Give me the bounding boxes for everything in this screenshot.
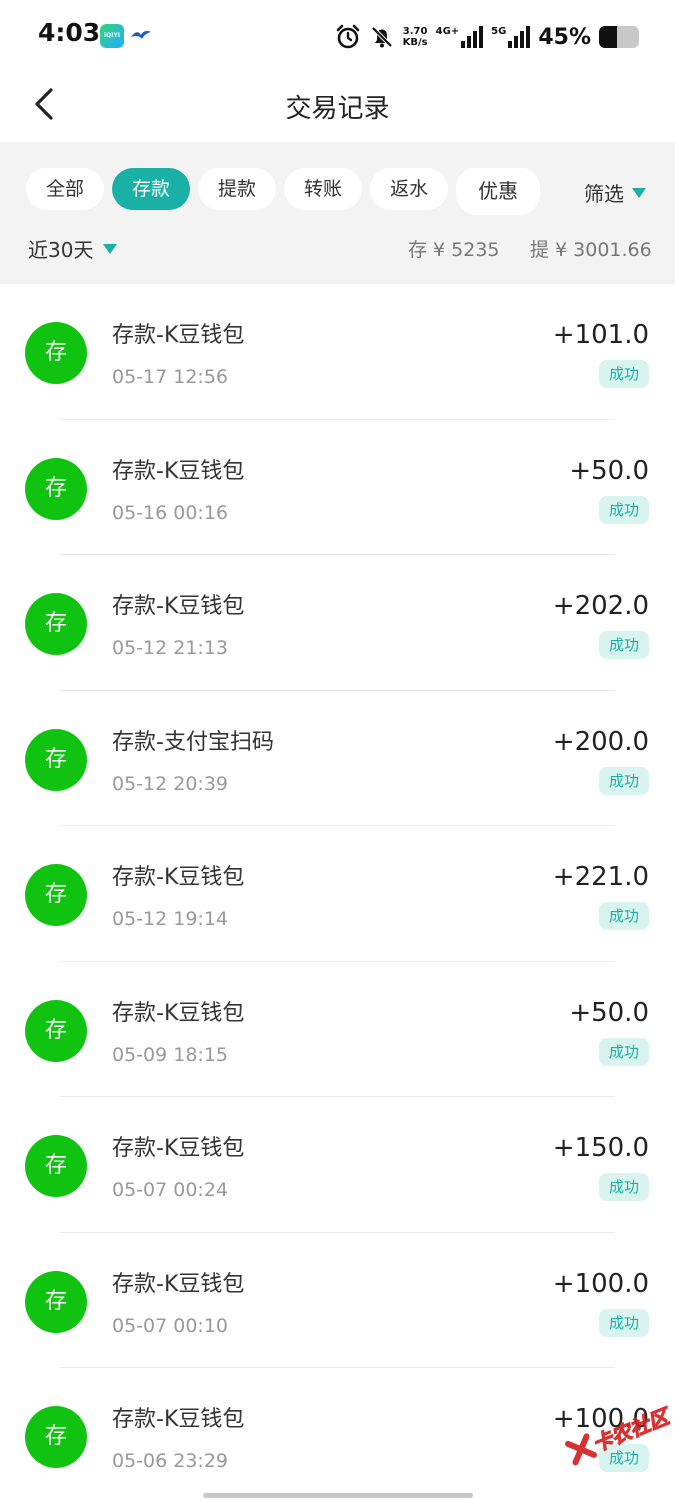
signal-4g-label: 4G+	[435, 26, 460, 37]
home-indicator[interactable]	[203, 1493, 473, 1498]
deposit-icon: 存	[25, 999, 87, 1062]
status-badge: 成功	[598, 495, 649, 524]
filter-button[interactable]: 筛选	[584, 178, 646, 207]
date-range-dropdown[interactable]: 近30天	[28, 234, 118, 263]
signal-5g-label: 5G	[491, 26, 507, 37]
transaction-name: 存款-K豆钱包	[112, 1407, 245, 1432]
transaction-time: 05-06 23:29	[112, 1450, 229, 1472]
transaction-amount: +50.0	[569, 455, 649, 486]
transaction-row[interactable]: 存 存款-K豆钱包 05-07 00:24 +150.0 成功	[0, 1097, 675, 1233]
transaction-time: 05-16 00:16	[112, 501, 229, 524]
chip-rebate[interactable]: 返水	[370, 168, 449, 210]
page-title: 交易记录	[285, 94, 390, 124]
filter-button-label: 筛选	[584, 182, 624, 206]
signal-5g: 5G	[491, 26, 531, 48]
category-chip-bar[interactable]: 全部 存款 提款 转账 返水 优惠	[26, 168, 550, 218]
transaction-name: 存款-K豆钱包	[112, 594, 245, 619]
deposit-icon: 存	[25, 457, 87, 520]
bird-app-icon	[131, 31, 151, 39]
status-bar: 4:03 iQIYI 3.70 KB/s 4G+ 5G 45%	[0, 0, 675, 72]
transaction-amount: +150.0	[552, 1133, 649, 1163]
transaction-row[interactable]: 存 存款-K豆钱包 05-16 00:16 +50.0 成功	[0, 420, 675, 555]
transaction-row[interactable]: 存 存款-K豆钱包 05-12 19:14 +221.0 成功	[0, 826, 675, 962]
battery-percent: 45%	[538, 24, 591, 50]
transaction-amount: +100.0	[552, 1268, 649, 1299]
chip-promotion[interactable]: 优惠	[456, 168, 541, 215]
transaction-row[interactable]: 存 存款-K豆钱包 05-09 18:15 +50.0 成功	[0, 962, 675, 1097]
transaction-time: 05-12 19:14	[112, 908, 229, 930]
transaction-row[interactable]: 存 存款-K豆钱包 05-07 00:10 +100.0 成功	[0, 1233, 675, 1368]
deposit-icon: 存	[25, 322, 87, 384]
caret-down-icon	[103, 243, 118, 254]
deposit-icon: 存	[25, 593, 87, 655]
network-speed-unit: KB/s	[402, 37, 428, 48]
transaction-name: 存款-K豆钱包	[112, 1271, 245, 1297]
status-time: 4:03	[38, 18, 101, 47]
deposit-icon: 存	[25, 864, 87, 926]
transaction-amount: +101.0	[552, 320, 649, 350]
transaction-row[interactable]: 存 存款-K豆钱包 05-17 12:56 +101.0 成功	[0, 284, 675, 420]
status-right-group: 3.70 KB/s 4G+ 5G 45%	[335, 20, 639, 54]
chip-deposit[interactable]: 存款	[112, 168, 191, 210]
transaction-time: 05-17 12:56	[112, 366, 229, 388]
filter-panel: 全部 存款 提款 转账 返水 优惠 筛选 近30天 存 ¥ 5235 提 ¥ 3001.6…	[0, 142, 675, 284]
deposit-icon: 存	[25, 728, 87, 791]
status-badge: 成功	[598, 766, 649, 795]
transaction-amount: +221.0	[552, 862, 649, 892]
transaction-name: 存款-K豆钱包	[112, 323, 245, 348]
bell-muted-icon	[371, 26, 393, 48]
signal-bars-icon	[508, 26, 531, 48]
transaction-time: 05-12 21:13	[112, 637, 229, 659]
transaction-time: 05-09 18:15	[112, 1043, 229, 1066]
signal-4g: 4G+	[436, 26, 484, 48]
status-badge: 成功	[598, 902, 649, 930]
transaction-amount: +50.0	[569, 997, 649, 1028]
transaction-row[interactable]: 存 存款-支付宝扫码 05-12 20:39 +200.0 成功	[0, 691, 675, 826]
deposit-icon: 存	[25, 1135, 87, 1197]
alarm-clock-icon	[336, 24, 359, 49]
transaction-name: 存款-K豆钱包	[112, 458, 245, 484]
app-header: 交易记录	[0, 72, 675, 142]
watermark-text: 卡农社区	[588, 1404, 673, 1457]
status-badge: 成功	[598, 360, 649, 388]
date-range-label: 近30天	[28, 238, 94, 262]
transaction-name: 存款-K豆钱包	[112, 865, 245, 890]
signal-bars-icon	[461, 26, 484, 48]
status-badge: 成功	[598, 1308, 649, 1337]
transaction-amount: +202.0	[552, 591, 649, 621]
chip-all[interactable]: 全部	[26, 168, 105, 210]
transaction-time: 05-07 00:10	[112, 1314, 229, 1337]
battery-icon	[599, 26, 639, 48]
transaction-name: 存款-K豆钱包	[112, 1000, 245, 1026]
transaction-list: 存 存款-K豆钱包 05-17 12:56 +101.0 成功 存 存款-K豆钱…	[0, 284, 675, 1500]
iqiyi-app-icon: iQIYI	[100, 24, 124, 48]
chip-withdraw[interactable]: 提款	[198, 168, 277, 210]
status-badge: 成功	[598, 1173, 649, 1201]
chip-transfer[interactable]: 转账	[284, 168, 363, 210]
transaction-name: 存款-K豆钱包	[112, 1136, 245, 1161]
deposit-icon: 存	[25, 1270, 87, 1333]
transaction-time: 05-12 20:39	[112, 772, 229, 795]
status-badge: 成功	[598, 631, 649, 659]
deposit-total: 存 ¥ 5235	[408, 239, 500, 261]
transaction-amount: +200.0	[552, 726, 649, 757]
deposit-icon: 存	[25, 1406, 87, 1468]
transaction-row[interactable]: 存 存款-K豆钱包 05-12 21:13 +202.0 成功	[0, 555, 675, 691]
status-badge: 成功	[598, 1037, 649, 1066]
network-speed-value: 3.70	[402, 26, 428, 37]
network-speed: 3.70 KB/s	[403, 26, 428, 48]
withdraw-total: 提 ¥ 3001.66	[530, 239, 652, 261]
transaction-name: 存款-支付宝扫码	[112, 729, 274, 755]
transaction-time: 05-07 00:24	[112, 1179, 229, 1201]
caret-down-icon	[632, 187, 646, 198]
